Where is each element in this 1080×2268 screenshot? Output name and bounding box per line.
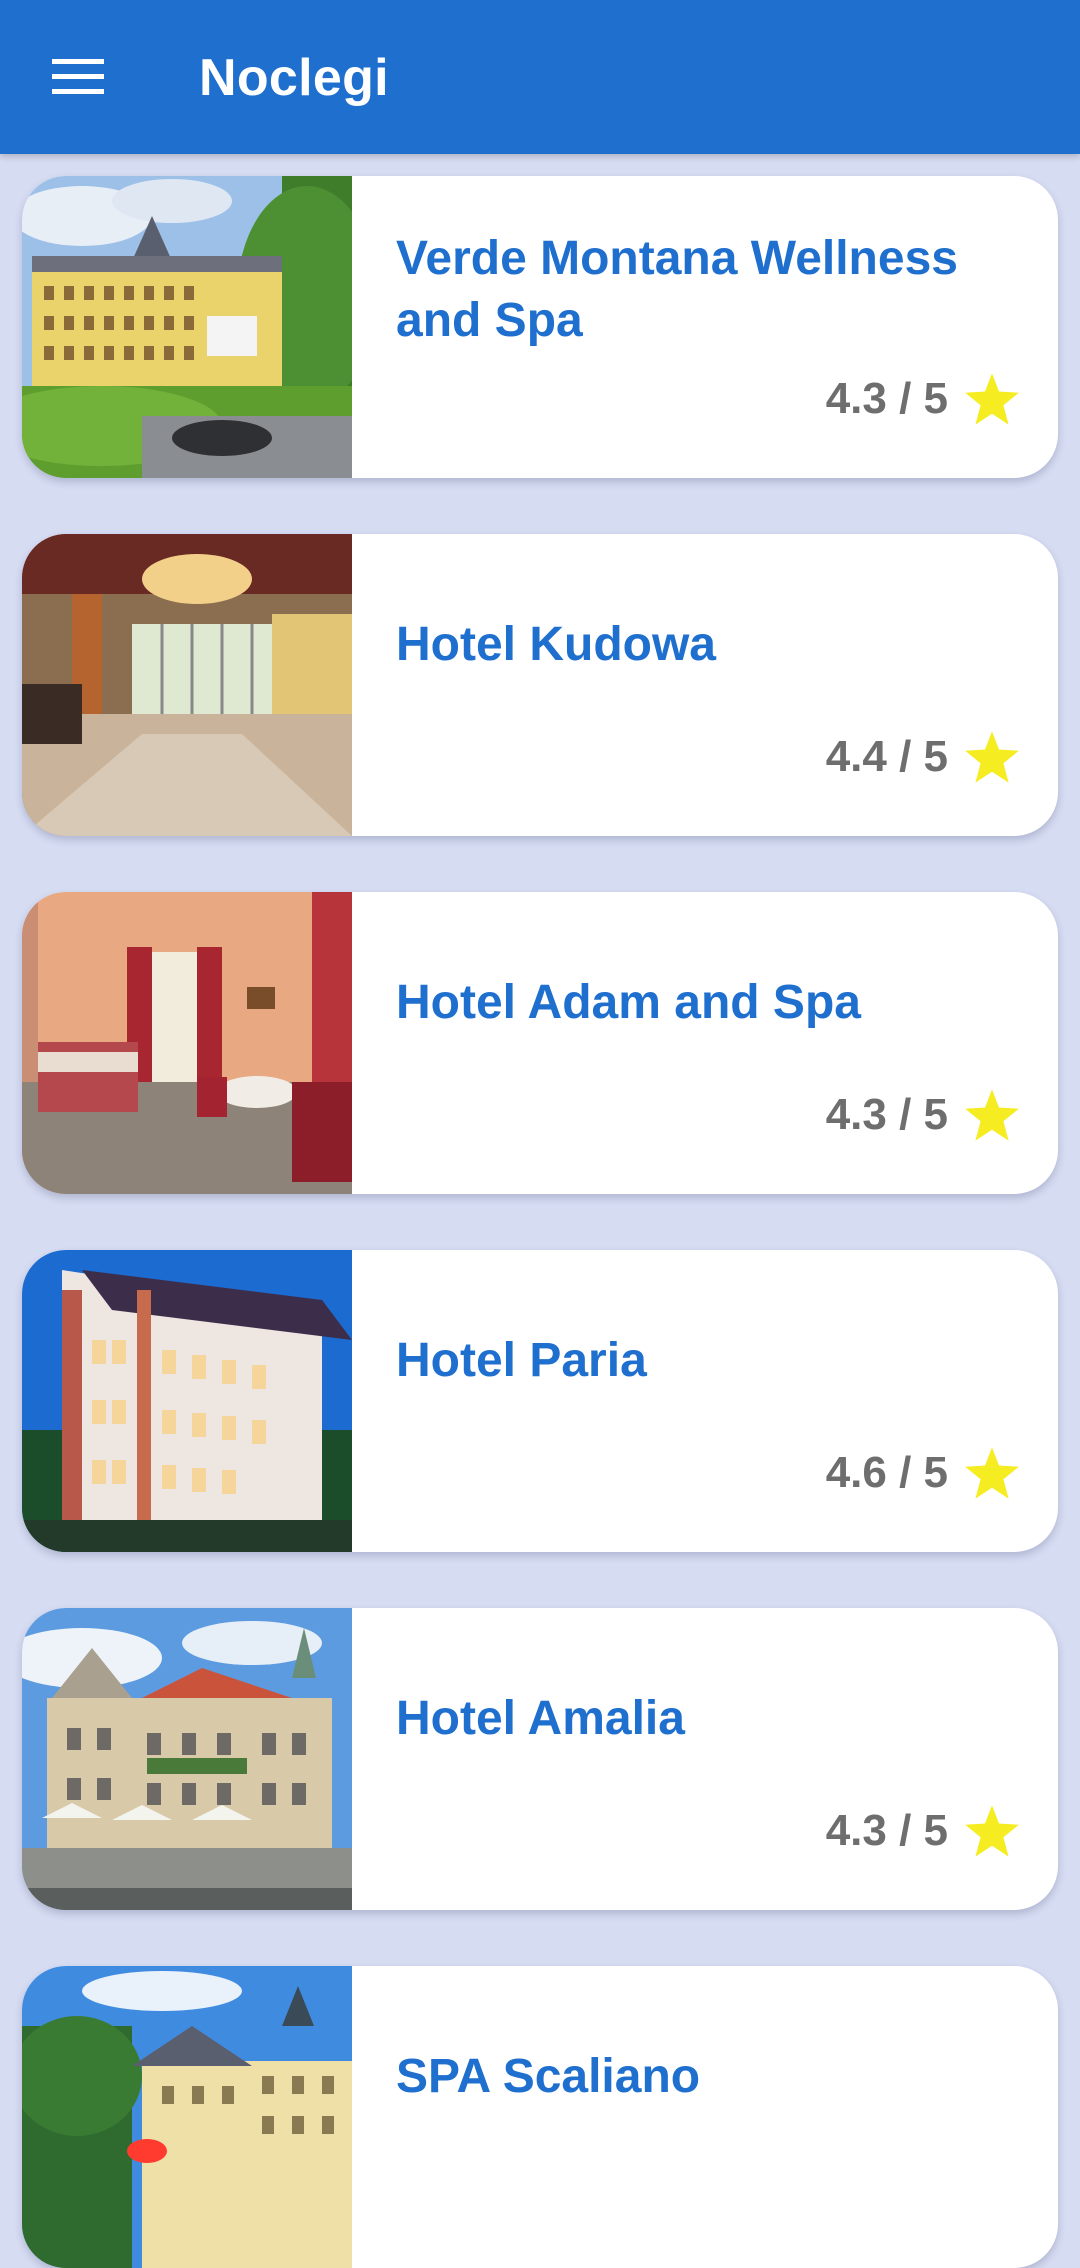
- rating-value: 4.6 / 5: [825, 1448, 948, 1497]
- hotel-name: Verde Montana Wellness and Spa: [396, 232, 958, 347]
- hotel-card[interactable]: Hotel Amalia 4.3 / 5: [22, 1608, 1058, 1910]
- hotel-rating: 4.6 / 5: [826, 1446, 1020, 1500]
- star-icon: [964, 1446, 1020, 1500]
- hotel-card[interactable]: Hotel Paria 4.6 / 5: [22, 1250, 1058, 1552]
- hotel-photo: [22, 1608, 352, 1910]
- star-icon: [964, 730, 1020, 784]
- hotel-name: SPA Scaliano: [396, 2050, 701, 2103]
- hotel-photo: [22, 1250, 352, 1552]
- star-icon: [964, 372, 1020, 426]
- hotel-name: Hotel Amalia: [396, 1692, 685, 1745]
- hotel-photo: [22, 892, 352, 1194]
- hotel-rating: 4.3 / 5: [826, 1088, 1020, 1142]
- hamburger-menu-icon: [52, 59, 104, 94]
- hotel-rating: 4.3 / 5: [826, 1804, 1020, 1858]
- hotel-rating: 4.4 / 5: [826, 730, 1020, 784]
- rating-value: 4.4 / 5: [825, 732, 948, 781]
- hotel-card[interactable]: Hotel Adam and Spa 4.3 / 5: [22, 892, 1058, 1194]
- hotel-photo: [22, 176, 352, 478]
- hotel-card[interactable]: Verde Montana Wellness and Spa 4.3 / 5: [22, 176, 1058, 478]
- page-title: Noclegi: [199, 49, 389, 107]
- hotel-name: Hotel Adam and Spa: [396, 976, 861, 1029]
- rating-value: 4.3 / 5: [825, 1090, 948, 1139]
- hotel-name: Hotel Kudowa: [396, 618, 716, 671]
- star-icon: [964, 1804, 1020, 1858]
- menu-button[interactable]: [28, 33, 128, 121]
- hotel-rating: 4.3 / 5: [826, 372, 1020, 426]
- star-icon: [964, 1088, 1020, 1142]
- hotel-photo: [22, 534, 352, 836]
- rating-value: 4.3 / 5: [825, 374, 948, 423]
- hotel-photo: [22, 1966, 352, 2268]
- hotel-card[interactable]: SPA Scaliano: [22, 1966, 1058, 2268]
- hotel-name: Hotel Paria: [396, 1334, 647, 1387]
- rating-value: 4.3 / 5: [825, 1806, 948, 1855]
- hotel-card[interactable]: Hotel Kudowa 4.4 / 5: [22, 534, 1058, 836]
- app-bar: Noclegi: [0, 0, 1080, 154]
